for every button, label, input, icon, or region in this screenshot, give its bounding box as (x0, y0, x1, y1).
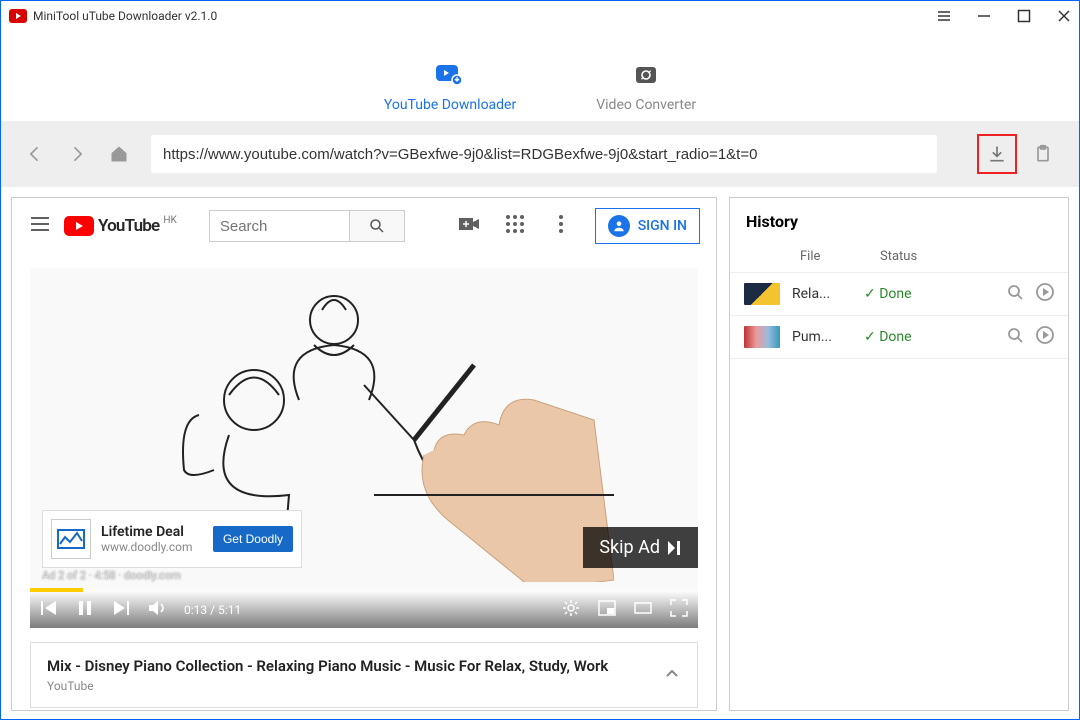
expand-icon[interactable] (663, 664, 681, 686)
home-button[interactable] (101, 136, 137, 172)
clipboard-button[interactable] (1023, 134, 1063, 174)
search-button[interactable] (349, 210, 405, 242)
browser-frame: YouTube HK SIGN IN (11, 197, 717, 711)
time-display: 0:13 / 5:11 (184, 603, 241, 617)
youtube-wordmark: YouTube (98, 216, 159, 236)
ad-title: Lifetime Deal (101, 524, 193, 540)
apps-grid-icon[interactable] (503, 212, 527, 240)
player-controls: 0:13 / 5:11 (30, 592, 698, 628)
ad-thumb-icon (51, 519, 91, 559)
history-panel: History File Status Rela... ✓ Done Pum..… (729, 197, 1069, 711)
fullscreen-icon[interactable] (670, 599, 688, 621)
search-input[interactable] (209, 210, 349, 242)
history-status: ✓ Done (864, 286, 994, 302)
video-title: Mix - Disney Piano Collection - Relaxing… (47, 657, 663, 675)
history-thumb-icon (744, 283, 780, 305)
mode-tabs: YouTube Downloader Video Converter (1, 31, 1079, 121)
youtube-header: YouTube HK SIGN IN (12, 198, 716, 254)
hamburger-icon[interactable] (937, 9, 951, 23)
col-file-label: File (800, 249, 880, 264)
menu-icon[interactable] (28, 212, 52, 240)
play-file-icon[interactable] (1036, 283, 1054, 305)
forward-button[interactable] (59, 136, 95, 172)
history-title: History (730, 198, 1068, 245)
video-player[interactable]: Lifetime Deal www.doodly.com Get Doodly … (30, 268, 698, 628)
app-icon (9, 9, 27, 23)
history-row[interactable]: Rela... ✓ Done (730, 272, 1068, 315)
previous-button[interactable] (40, 599, 58, 621)
pause-button[interactable] (76, 599, 94, 621)
history-file-name: Pum... (792, 329, 852, 345)
download-button[interactable] (977, 134, 1017, 174)
avatar-icon (608, 215, 630, 237)
open-folder-icon[interactable] (1006, 326, 1024, 348)
skip-ad-label: Skip Ad (599, 537, 660, 558)
history-columns: File Status (730, 245, 1068, 272)
maximize-button[interactable] (1017, 9, 1031, 23)
open-folder-icon[interactable] (1006, 283, 1024, 305)
ad-meta-text: Ad 2 of 2 · 4:58 · doodly.com (42, 569, 181, 582)
video-title-card[interactable]: Mix - Disney Piano Collection - Relaxing… (30, 642, 698, 708)
window-title: MiniTool uTube Downloader v2.1.0 (33, 9, 217, 23)
url-toolbar (1, 121, 1079, 187)
history-file-name: Rela... (792, 286, 852, 302)
next-button[interactable] (112, 599, 130, 621)
tab-downloader-label: YouTube Downloader (384, 97, 516, 113)
theater-icon[interactable] (634, 599, 652, 621)
volume-button[interactable] (148, 599, 166, 621)
video-subtitle: YouTube (47, 679, 663, 693)
settings-gear-icon[interactable] (562, 599, 580, 621)
convert-mode-icon (630, 63, 662, 87)
more-options-icon[interactable] (549, 212, 573, 240)
play-file-icon[interactable] (1036, 326, 1054, 348)
create-video-icon[interactable] (457, 212, 481, 240)
col-status-label: Status (880, 249, 917, 264)
ad-cta-button[interactable]: Get Doodly (213, 526, 293, 552)
history-status: ✓ Done (864, 329, 994, 345)
download-mode-icon (434, 63, 466, 87)
close-button[interactable] (1057, 9, 1071, 23)
history-thumb-icon (744, 326, 780, 348)
sign-in-button[interactable]: SIGN IN (595, 208, 700, 244)
history-row[interactable]: Pum... ✓ Done (730, 315, 1068, 359)
minimize-button[interactable] (977, 9, 991, 23)
youtube-region: HK (163, 215, 176, 226)
tab-youtube-downloader[interactable]: YouTube Downloader (384, 63, 516, 113)
tab-converter-label: Video Converter (596, 97, 696, 113)
tab-video-converter[interactable]: Video Converter (596, 63, 696, 113)
back-button[interactable] (17, 136, 53, 172)
skip-ad-button[interactable]: Skip Ad (583, 527, 698, 568)
youtube-logo[interactable]: YouTube HK (64, 216, 177, 236)
ad-overlay-card[interactable]: Lifetime Deal www.doodly.com Get Doodly (42, 510, 302, 568)
title-bar: MiniTool uTube Downloader v2.1.0 (1, 1, 1079, 31)
ad-host: www.doodly.com (101, 540, 193, 554)
sign-in-label: SIGN IN (638, 218, 687, 234)
miniplayer-icon[interactable] (598, 599, 616, 621)
url-input[interactable] (151, 135, 937, 173)
youtube-play-icon (64, 216, 94, 236)
